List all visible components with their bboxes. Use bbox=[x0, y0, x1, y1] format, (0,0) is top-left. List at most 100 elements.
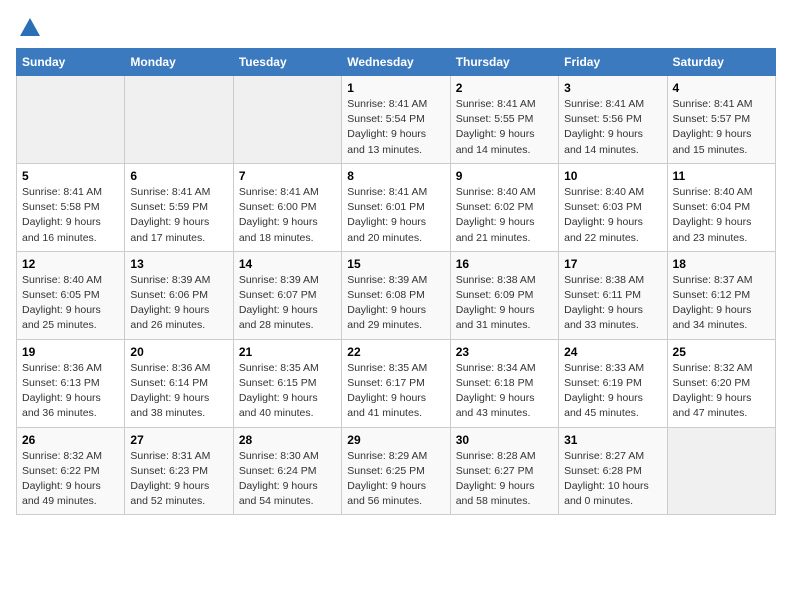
calendar-cell: 1 Sunrise: 8:41 AMSunset: 5:54 PMDaylight… bbox=[342, 76, 450, 164]
day-number: 10 bbox=[564, 169, 661, 183]
calendar-cell: 4Sunrise: 8:41 AMSunset: 5:57 PMDaylight… bbox=[667, 76, 775, 164]
calendar-cell: 29Sunrise: 8:29 AMSunset: 6:25 PMDayligh… bbox=[342, 427, 450, 515]
weekday-header-friday: Friday bbox=[559, 49, 667, 76]
day-info: Sunrise: 8:41 AMSunset: 6:01 PMDaylight:… bbox=[347, 185, 444, 246]
day-info: Sunrise: 8:39 AMSunset: 6:06 PMDaylight:… bbox=[130, 273, 227, 334]
day-number: 19 bbox=[22, 345, 119, 359]
day-number: 29 bbox=[347, 433, 444, 447]
calendar-cell: 14 Sunrise: 8:39 AMSunset: 6:07 PMDayligh… bbox=[233, 251, 341, 339]
day-info: Sunrise: 8:32 AMSunset: 6:22 PMDaylight:… bbox=[22, 449, 119, 510]
day-info: Sunrise: 8:38 AMSunset: 6:09 PMDaylight:… bbox=[456, 273, 553, 334]
day-info: Sunrise: 8:39 AMSunset: 6:08 PMDaylight:… bbox=[347, 273, 444, 334]
day-number: 28 bbox=[239, 433, 336, 447]
calendar-cell: 18Sunrise: 8:37 AMSunset: 6:12 PMDayligh… bbox=[667, 251, 775, 339]
day-info: Sunrise: 8:40 AMSunset: 6:04 PMDaylight:… bbox=[673, 185, 770, 246]
calendar-cell: 2 Sunrise: 8:41 AMSunset: 5:55 PMDaylight… bbox=[450, 76, 558, 164]
day-number: 31 bbox=[564, 433, 661, 447]
day-info: Sunrise: 8:38 AMSunset: 6:11 PMDaylight:… bbox=[564, 273, 661, 334]
day-number: 17 bbox=[564, 257, 661, 271]
calendar-cell: 13 Sunrise: 8:39 AMSunset: 6:06 PMDayligh… bbox=[125, 251, 233, 339]
day-number: 26 bbox=[22, 433, 119, 447]
day-info: Sunrise: 8:41 AMSunset: 5:55 PMDaylight:… bbox=[456, 97, 553, 158]
day-number: 12 bbox=[22, 257, 119, 271]
calendar-cell: 17 Sunrise: 8:38 AMSunset: 6:11 PMDayligh… bbox=[559, 251, 667, 339]
weekday-header-wednesday: Wednesday bbox=[342, 49, 450, 76]
day-info: Sunrise: 8:30 AMSunset: 6:24 PMDaylight:… bbox=[239, 449, 336, 510]
calendar-cell: 26 Sunrise: 8:32 AMSunset: 6:22 PMDayligh… bbox=[17, 427, 125, 515]
calendar-cell bbox=[667, 427, 775, 515]
day-info: Sunrise: 8:40 AMSunset: 6:02 PMDaylight:… bbox=[456, 185, 553, 246]
day-number: 18 bbox=[673, 257, 770, 271]
calendar-cell: 16 Sunrise: 8:38 AMSunset: 6:09 PMDayligh… bbox=[450, 251, 558, 339]
day-number: 8 bbox=[347, 169, 444, 183]
day-number: 3 bbox=[564, 81, 661, 95]
calendar-cell: 23 Sunrise: 8:34 AMSunset: 6:18 PMDayligh… bbox=[450, 339, 558, 427]
day-number: 13 bbox=[130, 257, 227, 271]
day-info: Sunrise: 8:27 AMSunset: 6:28 PMDaylight:… bbox=[564, 449, 661, 510]
day-info: Sunrise: 8:41 AMSunset: 5:54 PMDaylight:… bbox=[347, 97, 444, 158]
day-number: 1 bbox=[347, 81, 444, 95]
calendar-cell: 20 Sunrise: 8:36 AMSunset: 6:14 PMDayligh… bbox=[125, 339, 233, 427]
weekday-header-tuesday: Tuesday bbox=[233, 49, 341, 76]
calendar-cell: 7 Sunrise: 8:41 AMSunset: 6:00 PMDaylight… bbox=[233, 163, 341, 251]
day-info: Sunrise: 8:33 AMSunset: 6:19 PMDaylight:… bbox=[564, 361, 661, 422]
day-number: 27 bbox=[130, 433, 227, 447]
day-number: 21 bbox=[239, 345, 336, 359]
calendar-cell: 31 Sunrise: 8:27 AMSunset: 6:28 PMDayligh… bbox=[559, 427, 667, 515]
calendar-cell: 12 Sunrise: 8:40 AMSunset: 6:05 PMDayligh… bbox=[17, 251, 125, 339]
day-info: Sunrise: 8:35 AMSunset: 6:15 PMDaylight:… bbox=[239, 361, 336, 422]
calendar-cell: 8 Sunrise: 8:41 AMSunset: 6:01 PMDaylight… bbox=[342, 163, 450, 251]
day-info: Sunrise: 8:40 AMSunset: 6:03 PMDaylight:… bbox=[564, 185, 661, 246]
day-info: Sunrise: 8:34 AMSunset: 6:18 PMDaylight:… bbox=[456, 361, 553, 422]
page-header bbox=[16, 16, 776, 40]
day-info: Sunrise: 8:36 AMSunset: 6:14 PMDaylight:… bbox=[130, 361, 227, 422]
day-number: 2 bbox=[456, 81, 553, 95]
weekday-header-saturday: Saturday bbox=[667, 49, 775, 76]
day-number: 5 bbox=[22, 169, 119, 183]
calendar-cell: 24 Sunrise: 8:33 AMSunset: 6:19 PMDayligh… bbox=[559, 339, 667, 427]
calendar-cell: 11 Sunrise: 8:40 AMSunset: 6:04 PMDayligh… bbox=[667, 163, 775, 251]
day-number: 22 bbox=[347, 345, 444, 359]
day-info: Sunrise: 8:31 AMSunset: 6:23 PMDaylight:… bbox=[130, 449, 227, 510]
calendar-cell: 3Sunrise: 8:41 AMSunset: 5:56 PMDaylight… bbox=[559, 76, 667, 164]
day-info: Sunrise: 8:41 AMSunset: 6:00 PMDaylight:… bbox=[239, 185, 336, 246]
weekday-header-monday: Monday bbox=[125, 49, 233, 76]
day-number: 4 bbox=[673, 81, 770, 95]
calendar-cell: 21 Sunrise: 8:35 AMSunset: 6:15 PMDayligh… bbox=[233, 339, 341, 427]
day-info: Sunrise: 8:40 AMSunset: 6:05 PMDaylight:… bbox=[22, 273, 119, 334]
calendar-cell: 28 Sunrise: 8:30 AMSunset: 6:24 PMDayligh… bbox=[233, 427, 341, 515]
day-number: 9 bbox=[456, 169, 553, 183]
day-number: 7 bbox=[239, 169, 336, 183]
day-info: Sunrise: 8:35 AMSunset: 6:17 PMDaylight:… bbox=[347, 361, 444, 422]
day-number: 23 bbox=[456, 345, 553, 359]
weekday-header-thursday: Thursday bbox=[450, 49, 558, 76]
day-number: 14 bbox=[239, 257, 336, 271]
day-number: 24 bbox=[564, 345, 661, 359]
day-info: Sunrise: 8:36 AMSunset: 6:13 PMDaylight:… bbox=[22, 361, 119, 422]
calendar-cell: 27 Sunrise: 8:31 AMSunset: 6:23 PMDayligh… bbox=[125, 427, 233, 515]
day-info: Sunrise: 8:39 AMSunset: 6:07 PMDaylight:… bbox=[239, 273, 336, 334]
calendar-cell bbox=[125, 76, 233, 164]
day-info: Sunrise: 8:28 AMSunset: 6:27 PMDaylight:… bbox=[456, 449, 553, 510]
calendar-cell: 19 Sunrise: 8:36 AMSunset: 6:13 PMDayligh… bbox=[17, 339, 125, 427]
day-info: Sunrise: 8:41 AMSunset: 5:59 PMDaylight:… bbox=[130, 185, 227, 246]
day-info: Sunrise: 8:32 AMSunset: 6:20 PMDaylight:… bbox=[673, 361, 770, 422]
calendar-cell: 10 Sunrise: 8:40 AMSunset: 6:03 PMDayligh… bbox=[559, 163, 667, 251]
day-number: 15 bbox=[347, 257, 444, 271]
day-number: 6 bbox=[130, 169, 227, 183]
calendar-cell: 22 Sunrise: 8:35 AMSunset: 6:17 PMDayligh… bbox=[342, 339, 450, 427]
day-number: 16 bbox=[456, 257, 553, 271]
calendar-cell: 5 Sunrise: 8:41 AMSunset: 5:58 PMDaylight… bbox=[17, 163, 125, 251]
weekday-header-sunday: Sunday bbox=[17, 49, 125, 76]
calendar-cell: 30Sunrise: 8:28 AMSunset: 6:27 PMDayligh… bbox=[450, 427, 558, 515]
day-info: Sunrise: 8:41 AMSunset: 5:58 PMDaylight:… bbox=[22, 185, 119, 246]
day-number: 25 bbox=[673, 345, 770, 359]
calendar-table: SundayMondayTuesdayWednesdayThursdayFrid… bbox=[16, 48, 776, 515]
day-number: 20 bbox=[130, 345, 227, 359]
calendar-cell: 25 Sunrise: 8:32 AMSunset: 6:20 PMDayligh… bbox=[667, 339, 775, 427]
logo bbox=[16, 16, 42, 40]
calendar-cell bbox=[17, 76, 125, 164]
calendar-cell: 15 Sunrise: 8:39 AMSunset: 6:08 PMDayligh… bbox=[342, 251, 450, 339]
day-number: 11 bbox=[673, 169, 770, 183]
calendar-cell bbox=[233, 76, 341, 164]
